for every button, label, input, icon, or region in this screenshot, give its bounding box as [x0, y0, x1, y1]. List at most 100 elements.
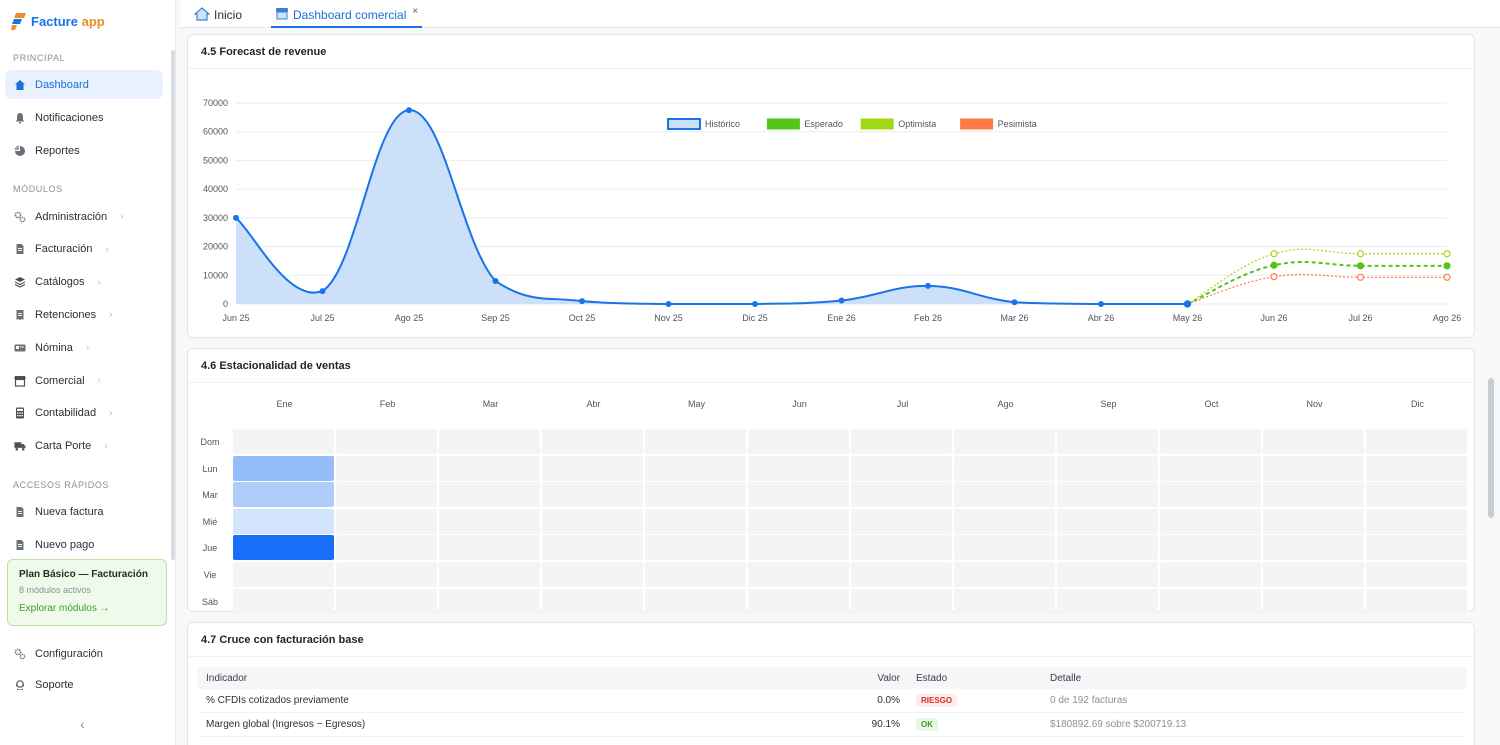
- heatmap-cell[interactable]: [542, 588, 643, 614]
- heatmap-cell[interactable]: [233, 482, 334, 508]
- heatmap-cell[interactable]: [336, 535, 437, 561]
- heatmap-cell[interactable]: [954, 482, 1055, 508]
- heatmap-cell[interactable]: [954, 508, 1055, 534]
- heatmap-cell[interactable]: [954, 535, 1055, 561]
- heatmap-cell[interactable]: [233, 508, 334, 534]
- heatmap-cell[interactable]: [439, 508, 540, 534]
- heatmap-cell[interactable]: [954, 588, 1055, 614]
- heatmap-cell[interactable]: [233, 429, 334, 454]
- sidebar-item-contabilidad[interactable]: Contabilidad ›: [5, 399, 163, 428]
- heatmap-cell[interactable]: [1057, 535, 1158, 561]
- sidebar-item-nomina[interactable]: Nómina ›: [5, 333, 163, 362]
- heatmap-cell[interactable]: [748, 508, 849, 534]
- heatmap-cell[interactable]: [1057, 508, 1158, 534]
- tab-dashboard-comercial[interactable]: Dashboard comercial ×: [271, 4, 423, 28]
- heatmap-cell[interactable]: [1366, 508, 1467, 534]
- heatmap-cell[interactable]: [851, 535, 952, 561]
- legend-item-pesimista[interactable]: Pesimista: [960, 118, 1037, 130]
- sidebar-item-administracion[interactable]: Administración ›: [5, 202, 163, 231]
- heatmap-cell[interactable]: [1057, 482, 1158, 508]
- heatmap-cell[interactable]: [439, 588, 540, 614]
- heatmap-cell[interactable]: [1263, 482, 1364, 508]
- heatmap-cell[interactable]: [851, 562, 952, 587]
- heatmap-cell[interactable]: [645, 588, 746, 614]
- heatmap-cell[interactable]: [542, 482, 643, 508]
- heatmap-cell[interactable]: [954, 562, 1055, 587]
- heatmap-cell[interactable]: [336, 508, 437, 534]
- sidebar-item-carta-porte[interactable]: Carta Porte ›: [5, 432, 163, 461]
- collapse-sidebar-button[interactable]: ‹: [80, 716, 85, 732]
- sidebar-item-comercial[interactable]: Comercial ›: [5, 366, 163, 395]
- heatmap-cell[interactable]: [1160, 482, 1261, 508]
- heatmap-cell[interactable]: [542, 455, 643, 481]
- heatmap-cell[interactable]: [439, 562, 540, 587]
- heatmap-cell[interactable]: [1160, 588, 1261, 614]
- heatmap-cell[interactable]: [439, 482, 540, 508]
- heatmap-cell[interactable]: [1263, 588, 1364, 614]
- heatmap-cell[interactable]: [851, 455, 952, 481]
- sidebar-item-notificaciones[interactable]: Notificaciones: [5, 103, 163, 132]
- brand-logo[interactable]: Facture app: [11, 13, 105, 30]
- heatmap-cell[interactable]: [851, 508, 952, 534]
- legend-item-historico[interactable]: Histórico: [667, 118, 740, 130]
- heatmap-cell[interactable]: [336, 455, 437, 481]
- heatmap-cell[interactable]: [748, 588, 849, 614]
- heatmap-cell[interactable]: [645, 455, 746, 481]
- heatmap-cell[interactable]: [1160, 429, 1261, 454]
- tab-inicio[interactable]: Inicio: [193, 4, 242, 26]
- legend-item-optimista[interactable]: Optimista: [860, 118, 936, 130]
- heatmap-cell[interactable]: [645, 508, 746, 534]
- heatmap-cell[interactable]: [748, 455, 849, 481]
- heatmap-cell[interactable]: [748, 429, 849, 454]
- sidebar-scrollbar[interactable]: [171, 50, 175, 560]
- heatmap-cell[interactable]: [542, 535, 643, 561]
- sidebar-item-retenciones[interactable]: Retenciones ›: [5, 300, 163, 329]
- legend-item-esperado[interactable]: Esperado: [766, 118, 843, 130]
- sidebar-item-reportes[interactable]: Reportes: [5, 136, 163, 165]
- heatmap-cell[interactable]: [542, 429, 643, 454]
- sidebar-item-catalogos[interactable]: Catálogos ›: [5, 268, 163, 297]
- heatmap-cell[interactable]: [1366, 482, 1467, 508]
- heatmap-cell[interactable]: [1366, 455, 1467, 481]
- heatmap-cell[interactable]: [1160, 535, 1261, 561]
- sidebar-item-nueva-factura[interactable]: Nueva factura: [5, 497, 163, 526]
- heatmap-cell[interactable]: [851, 482, 952, 508]
- heatmap-cell[interactable]: [1263, 429, 1364, 454]
- sidebar-item-dashboard[interactable]: Dashboard: [5, 70, 163, 99]
- heatmap-cell[interactable]: [542, 562, 643, 587]
- close-tab-icon[interactable]: ×: [412, 6, 418, 17]
- heatmap-cell[interactable]: [1263, 535, 1364, 561]
- heatmap-cell[interactable]: [748, 535, 849, 561]
- heatmap-cell[interactable]: [336, 482, 437, 508]
- heatmap-cell[interactable]: [336, 562, 437, 587]
- heatmap-cell[interactable]: [1366, 588, 1467, 614]
- heatmap-cell[interactable]: [1263, 562, 1364, 587]
- heatmap-cell[interactable]: [336, 429, 437, 454]
- heatmap-cell[interactable]: [645, 535, 746, 561]
- heatmap-cell[interactable]: [1057, 455, 1158, 481]
- heatmap-cell[interactable]: [954, 455, 1055, 481]
- heatmap-cell[interactable]: [439, 455, 540, 481]
- heatmap-cell[interactable]: [1366, 535, 1467, 561]
- heatmap-cell[interactable]: [645, 562, 746, 587]
- heatmap-cell[interactable]: [1366, 562, 1467, 587]
- heatmap-cell[interactable]: [1263, 455, 1364, 481]
- heatmap-cell[interactable]: [233, 535, 334, 561]
- sidebar-item-nuevo-pago[interactable]: Nuevo pago: [5, 530, 163, 559]
- heatmap-cell[interactable]: [1160, 508, 1261, 534]
- heatmap-cell[interactable]: [1057, 562, 1158, 587]
- sidebar-item-configuracion[interactable]: Configuración: [5, 639, 163, 668]
- heatmap-cell[interactable]: [542, 508, 643, 534]
- heatmap-cell[interactable]: [851, 429, 952, 454]
- heatmap-cell[interactable]: [233, 455, 334, 481]
- heatmap-cell[interactable]: [1057, 429, 1158, 454]
- heatmap-cell[interactable]: [439, 535, 540, 561]
- explore-modules-link[interactable]: Explorar módulos →: [19, 603, 155, 614]
- heatmap-cell[interactable]: [645, 482, 746, 508]
- heatmap-cell[interactable]: [748, 562, 849, 587]
- main-scrollbar[interactable]: [1488, 378, 1494, 518]
- heatmap-cell[interactable]: [233, 588, 334, 614]
- sidebar-item-facturacion[interactable]: Facturación ›: [5, 235, 163, 264]
- heatmap-cell[interactable]: [1160, 455, 1261, 481]
- heatmap-cell[interactable]: [645, 429, 746, 454]
